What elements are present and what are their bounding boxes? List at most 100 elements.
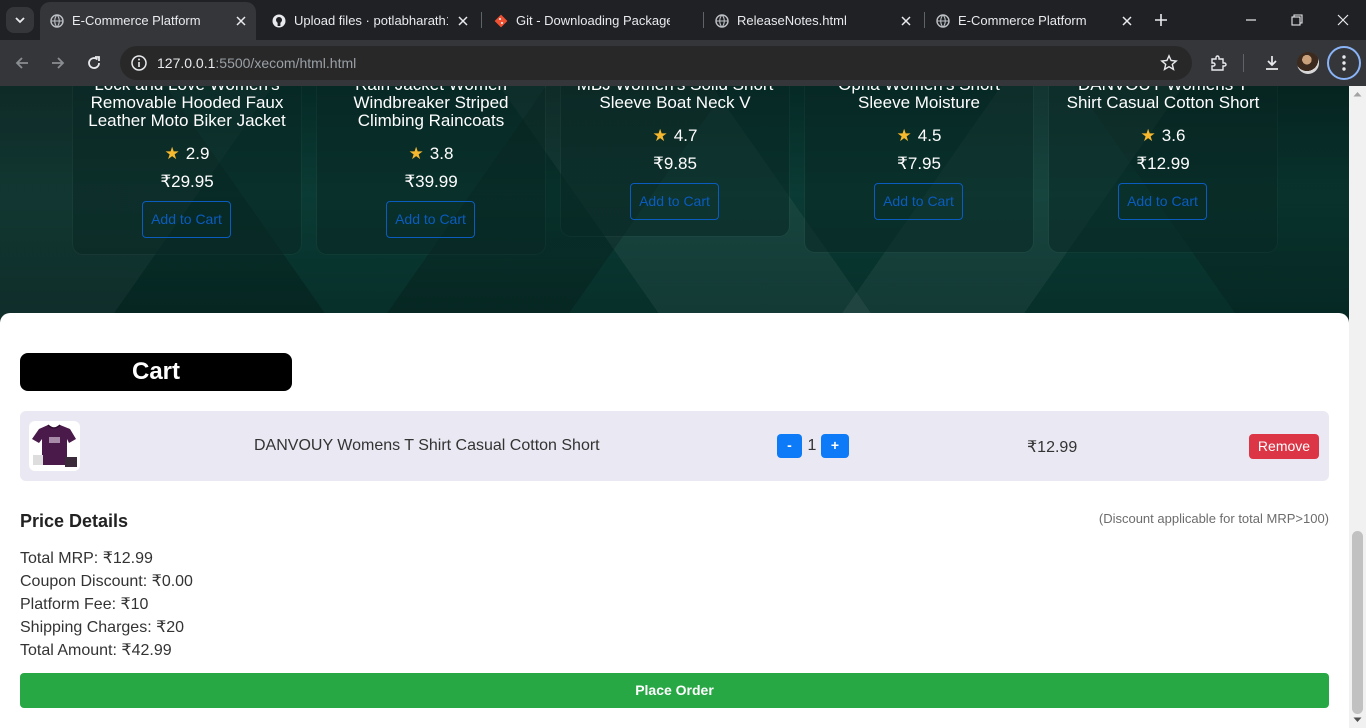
scrollbar-thumb[interactable] xyxy=(1352,531,1363,714)
remove-item-button[interactable]: Remove xyxy=(1249,434,1319,459)
add-to-cart-button[interactable]: Add to Cart xyxy=(1118,183,1207,220)
address-bar[interactable]: 127.0.0.1:5500/xecom/html.html xyxy=(120,46,1192,80)
add-to-cart-button[interactable]: Add to Cart xyxy=(630,183,719,220)
tab-separator xyxy=(924,12,925,28)
product-card: Rain Jacket Women Windbreaker Striped Cl… xyxy=(317,86,545,254)
extensions-button[interactable] xyxy=(1207,52,1229,74)
add-to-cart-button[interactable]: Add to Cart xyxy=(142,201,231,238)
bookmark-star-icon[interactable] xyxy=(1160,54,1178,72)
product-price: ₹9.85 xyxy=(653,154,697,173)
minimize-button[interactable] xyxy=(1228,0,1274,40)
decrease-quantity-button[interactable]: - xyxy=(777,434,802,458)
star-icon: ★ xyxy=(896,126,912,145)
page-scrollbar[interactable] xyxy=(1349,86,1366,728)
product-rating: ★ 4.7 xyxy=(561,126,789,146)
total-mrp: Total MRP: ₹12.99 xyxy=(20,550,153,567)
close-icon[interactable] xyxy=(899,14,913,28)
close-icon[interactable] xyxy=(456,14,470,28)
tab-ecommerce-active[interactable]: E-Commerce Platform xyxy=(40,2,256,40)
product-section: Lock and Love Women's Removable Hooded F… xyxy=(0,86,1349,326)
tab-search-button[interactable] xyxy=(6,7,34,33)
tab-separator xyxy=(703,12,704,28)
price-details-heading: Price Details xyxy=(20,511,129,531)
cart-item-name: DANVOUY Womens T Shirt Casual Cotton Sho… xyxy=(254,437,600,454)
product-card: Opna Women's Short Sleeve Moisture ★4.5 … xyxy=(805,86,1033,252)
rating-value: 3.6 xyxy=(1161,126,1186,145)
product-price: ₹12.99 xyxy=(1136,154,1190,173)
add-to-cart-button[interactable]: Add to Cart xyxy=(874,183,963,220)
page-viewport: Lock and Love Women's Removable Hooded F… xyxy=(0,86,1349,728)
close-icon[interactable] xyxy=(1120,14,1134,28)
arrow-left-icon xyxy=(15,57,28,69)
profile-avatar[interactable] xyxy=(1297,52,1319,74)
star-icon: ★ xyxy=(408,144,424,163)
product-name: MBJ Women's Solid Short Sleeve Boat Neck… xyxy=(577,86,774,112)
product-card: DANVOUY Womens T Shirt Casual Cotton Sho… xyxy=(1049,86,1277,252)
product-price: ₹39.99 xyxy=(404,172,458,191)
toolbar-divider xyxy=(1243,54,1244,72)
star-icon: ★ xyxy=(1140,126,1156,145)
product-rating: ★ 3.6 xyxy=(1049,126,1277,146)
scroll-up-arrow-icon[interactable] xyxy=(1353,90,1362,99)
quantity-value: 1 xyxy=(807,437,817,454)
star-icon: ★ xyxy=(652,126,668,145)
product-rating: ★ 4.5 xyxy=(805,126,1033,146)
download-icon xyxy=(1266,56,1278,70)
close-window-button[interactable] xyxy=(1320,0,1366,40)
forward-button[interactable] xyxy=(46,51,70,75)
close-icon[interactable] xyxy=(234,14,248,28)
browser-toolbar: 127.0.0.1:5500/xecom/html.html xyxy=(0,40,1366,86)
tab-github-upload[interactable]: Upload files · potlabharath14 xyxy=(262,6,478,35)
arrow-right-icon xyxy=(52,57,65,69)
tab-strip: E-Commerce Platform Upload files · potla… xyxy=(0,0,1366,40)
platform-fee: Platform Fee: ₹10 xyxy=(20,596,149,613)
product-name: DANVOUY Womens T Shirt Casual Cotton Sho… xyxy=(1066,86,1260,112)
cart-item-row: DANVOUY Womens T Shirt Casual Cotton Sho… xyxy=(20,411,1329,481)
downloads-button[interactable] xyxy=(1261,52,1283,74)
discount-note: (Discount applicable for total MRP>100) xyxy=(1098,511,1329,526)
tab-title: E-Commerce Platform xyxy=(958,12,1087,28)
place-order-button[interactable]: Place Order xyxy=(20,673,1329,708)
globe-icon xyxy=(936,13,950,28)
new-tab-button[interactable] xyxy=(1150,9,1172,31)
close-icon xyxy=(1337,14,1349,26)
product-name: Lock and Love Women's Removable Hooded F… xyxy=(88,86,286,130)
tab-separator xyxy=(481,12,482,28)
plus-icon xyxy=(1155,14,1167,26)
globe-icon xyxy=(50,14,64,28)
rating-value: 4.5 xyxy=(917,126,942,145)
scroll-down-arrow-icon[interactable] xyxy=(1353,715,1362,724)
reload-button[interactable] xyxy=(82,51,106,75)
increase-quantity-button[interactable]: + xyxy=(821,434,849,458)
chevron-down-icon xyxy=(15,17,25,24)
back-button[interactable] xyxy=(10,51,34,75)
product-price: ₹29.95 xyxy=(160,172,214,191)
info-icon[interactable] xyxy=(130,54,148,72)
puzzle-icon xyxy=(1211,55,1227,71)
product-card: Lock and Love Women's Removable Hooded F… xyxy=(73,86,301,254)
restore-button[interactable] xyxy=(1274,0,1320,40)
tab-ecommerce-2[interactable]: E-Commerce Platform xyxy=(926,6,1142,35)
rating-value: 3.8 xyxy=(429,144,454,163)
star-icon: ★ xyxy=(164,144,180,163)
url-path: :5500/xecom/html.html xyxy=(215,55,357,71)
tab-title: Git - Downloading Package xyxy=(516,12,670,28)
add-to-cart-button[interactable]: Add to Cart xyxy=(386,201,475,238)
product-thumbnail xyxy=(29,421,80,471)
git-icon xyxy=(494,14,508,27)
cart-heading: Cart xyxy=(20,353,292,391)
github-icon xyxy=(272,14,286,27)
rating-value: 2.9 xyxy=(185,144,210,163)
product-rating: ★ 3.8 xyxy=(317,144,545,164)
shipping-charges: Shipping Charges: ₹20 xyxy=(20,619,185,636)
more-vertical-icon xyxy=(1342,55,1346,71)
rating-value: 4.7 xyxy=(673,126,698,145)
tab-title: E-Commerce Platform xyxy=(72,13,201,28)
coupon-discount: Coupon Discount: ₹0.00 xyxy=(20,573,193,590)
tshirt-icon xyxy=(32,424,77,467)
tab-release-notes[interactable]: ReleaseNotes.html xyxy=(705,6,921,35)
browser-menu-button[interactable] xyxy=(1327,46,1361,80)
tab-git-download[interactable]: Git - Downloading Package xyxy=(484,6,700,35)
url-text: 127.0.0.1:5500/xecom/html.html xyxy=(157,55,356,71)
restore-icon xyxy=(1291,14,1303,26)
